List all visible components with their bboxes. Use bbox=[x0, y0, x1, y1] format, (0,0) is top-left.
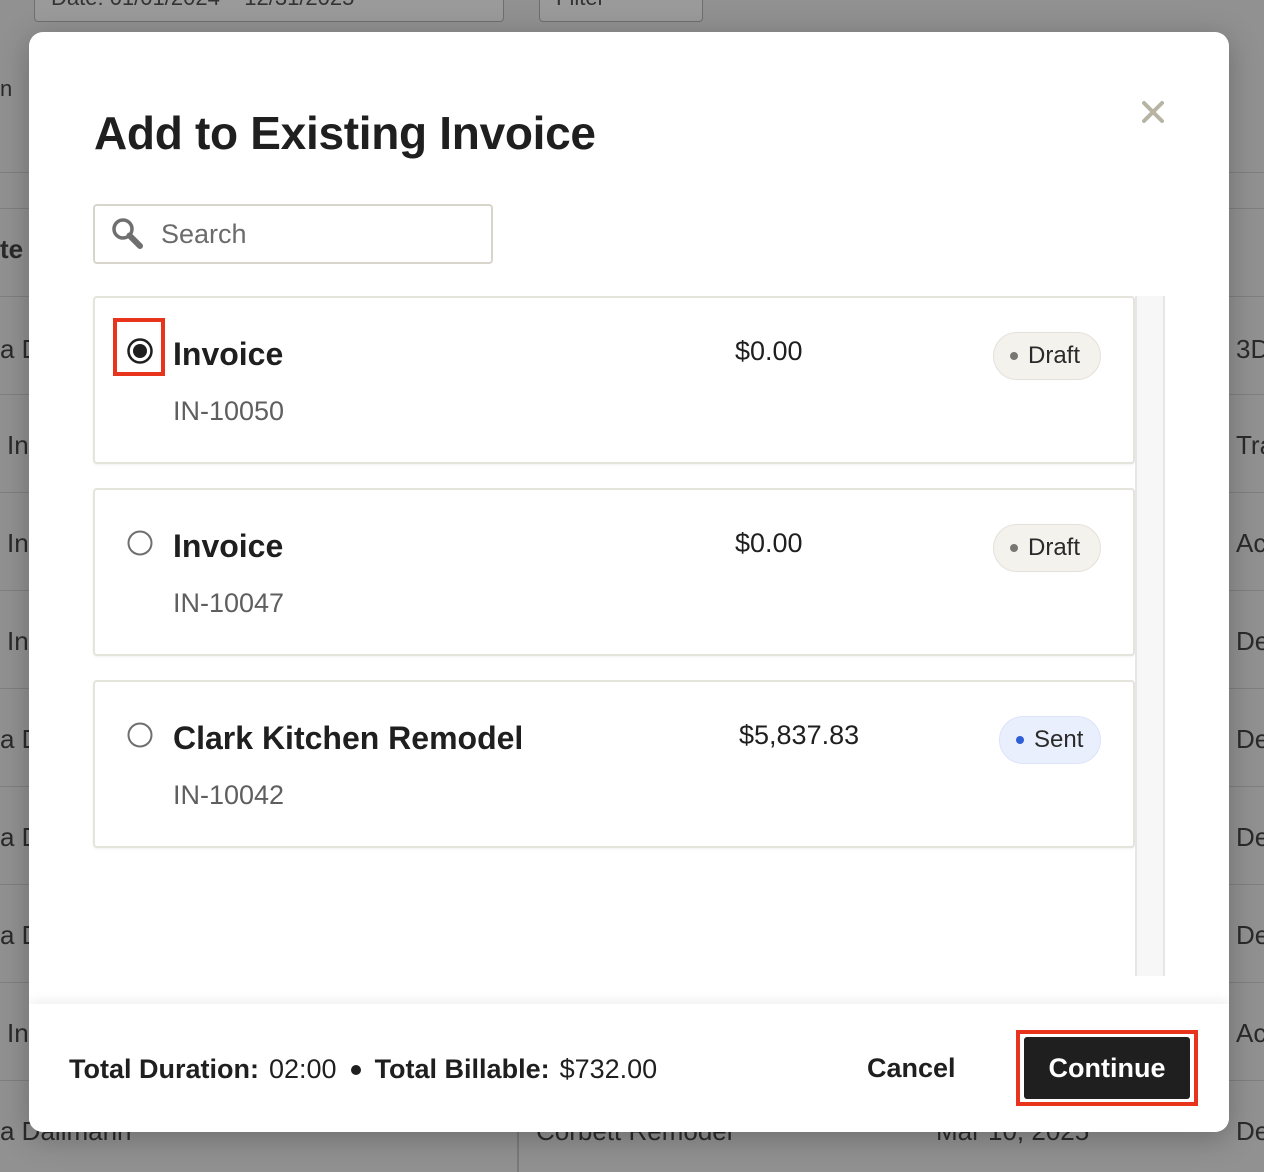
invoice-amount: $0.00 bbox=[735, 336, 803, 366]
status-label: Sent bbox=[1034, 726, 1084, 753]
invoice-number: IN-10042 bbox=[173, 780, 285, 810]
bg-cell: De bbox=[1236, 724, 1264, 754]
status-dot bbox=[1010, 352, 1018, 360]
invoice-card[interactable]: Clark Kitchen Remodel IN-10042 $5,837.83… bbox=[93, 680, 1135, 848]
invoice-number: IN-10050 bbox=[173, 396, 285, 426]
bg-cell: te bbox=[0, 234, 24, 264]
invoice-name: Invoice bbox=[173, 336, 284, 372]
other-filter-label: Filter bbox=[556, 0, 605, 11]
status-label: Draft bbox=[1028, 342, 1081, 369]
invoice-radio[interactable] bbox=[127, 530, 153, 556]
duration-label: Total Duration: bbox=[69, 1054, 259, 1084]
status-badge: Draft bbox=[993, 332, 1101, 380]
totals-summary: Total Duration: 02:00 Total Billable: $7… bbox=[69, 1054, 657, 1085]
date-filter: Date: 01/01/2024 – 12/31/2025 bbox=[34, 0, 504, 22]
bg-cell: Ac bbox=[1236, 1018, 1264, 1048]
close-button[interactable] bbox=[1133, 92, 1173, 132]
bg-cell: 3D bbox=[1236, 334, 1264, 364]
invoice-card[interactable]: Invoice IN-10050 $0.00 Draft bbox=[93, 296, 1135, 464]
invoice-card[interactable]: Invoice IN-10047 $0.00 Draft bbox=[93, 488, 1135, 656]
bg-cell: In bbox=[7, 1018, 29, 1048]
bg-cell: Tra bbox=[1236, 430, 1264, 460]
cancel-button[interactable]: Cancel bbox=[851, 1042, 972, 1094]
modal-title: Add to Existing Invoice bbox=[94, 107, 596, 159]
search-box[interactable] bbox=[93, 204, 493, 264]
bg-cell: De bbox=[1236, 822, 1264, 852]
bg-cell: De bbox=[1236, 920, 1264, 950]
bg-cell: n bbox=[0, 76, 13, 101]
add-to-invoice-modal: Add to Existing Invoice Invoice IN-10050… bbox=[29, 32, 1229, 1132]
separator-dot bbox=[350, 1064, 361, 1075]
invoice-list: Invoice IN-10050 $0.00 Draft Invoice IN-… bbox=[93, 296, 1135, 976]
billable-label: Total Billable: bbox=[374, 1054, 550, 1084]
bg-cell: In bbox=[7, 626, 29, 656]
billable-value: $732.00 bbox=[559, 1054, 658, 1084]
search-icon bbox=[112, 218, 143, 249]
list-scrollbar[interactable] bbox=[1135, 296, 1165, 976]
invoice-name: Clark Kitchen Remodel bbox=[173, 720, 524, 756]
duration-value: 02:00 bbox=[268, 1054, 337, 1084]
close-icon bbox=[1142, 101, 1164, 123]
search-input[interactable] bbox=[159, 217, 463, 251]
radio-checked-icon bbox=[127, 338, 153, 364]
date-filter-label: Date: 01/01/2024 – 12/31/2025 bbox=[51, 0, 354, 11]
status-badge: Draft bbox=[993, 524, 1101, 572]
bg-cell: De bbox=[1236, 626, 1264, 656]
bg-cell: De bbox=[1236, 1116, 1264, 1146]
status-dot bbox=[1016, 736, 1024, 744]
bg-cell: In bbox=[7, 430, 29, 460]
invoice-number: IN-10047 bbox=[173, 588, 285, 618]
invoice-name: Invoice bbox=[173, 528, 284, 564]
status-dot bbox=[1010, 544, 1018, 552]
bg-cell: In bbox=[7, 528, 29, 558]
modal-footer: Total Duration: 02:00 Total Billable: $7… bbox=[29, 1004, 1229, 1132]
status-label: Draft bbox=[1028, 534, 1081, 561]
radio-unchecked-icon bbox=[127, 530, 153, 556]
invoice-amount: $5,837.83 bbox=[739, 720, 860, 750]
bg-cell: Ac bbox=[1236, 528, 1264, 558]
invoice-amount: $0.00 bbox=[735, 528, 803, 558]
radio-unchecked-icon bbox=[127, 722, 153, 748]
status-badge: Sent bbox=[999, 716, 1101, 764]
other-filter: Filter bbox=[539, 0, 703, 22]
continue-button[interactable]: Continue bbox=[1024, 1037, 1190, 1099]
invoice-radio-selected[interactable] bbox=[127, 338, 153, 364]
invoice-radio[interactable] bbox=[127, 722, 153, 748]
